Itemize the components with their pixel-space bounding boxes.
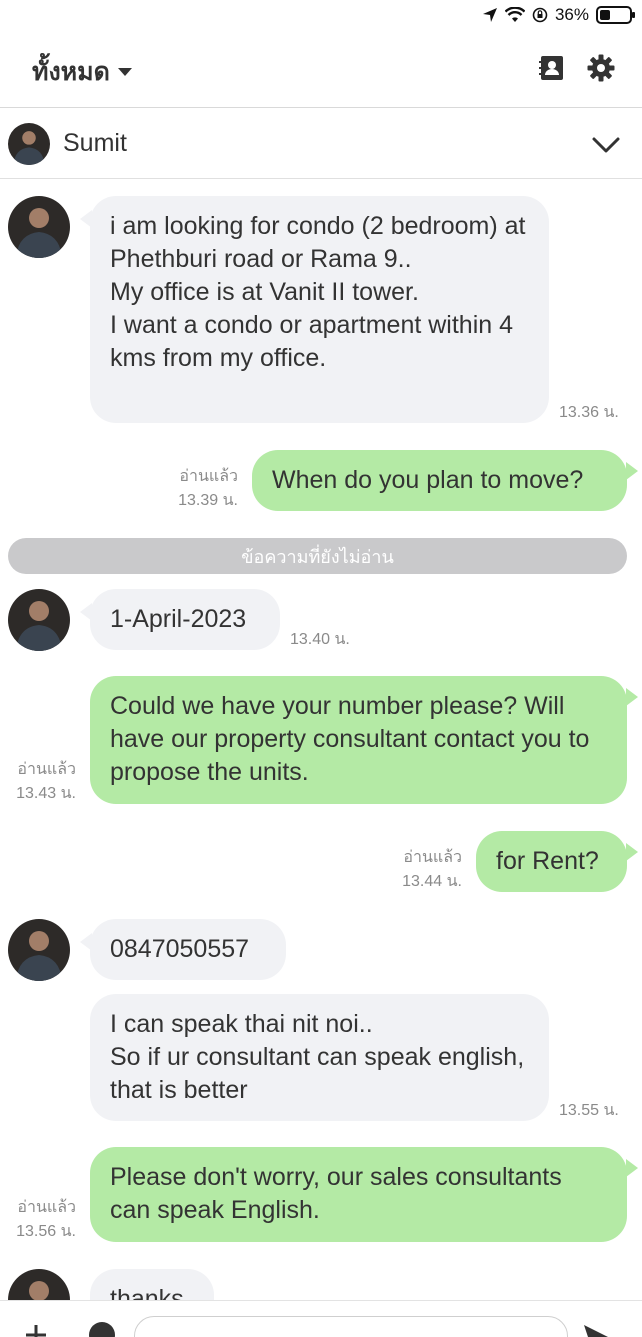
read-receipt: อ่านแล้ว 13.39 น. (178, 468, 238, 509)
battery-icon (596, 6, 635, 24)
message-bubble-incoming[interactable]: 0847050557 (90, 919, 286, 980)
location-arrow-icon (482, 8, 497, 22)
message-bubble-outgoing[interactable]: When do you plan to move? (252, 450, 627, 511)
wifi-icon (504, 7, 525, 22)
settings-gear-icon[interactable] (585, 52, 617, 84)
contact-bar[interactable]: Sumit (0, 109, 642, 179)
chevron-down-icon[interactable] (590, 129, 622, 161)
contact-name: Sumit (63, 129, 127, 157)
message-bubble-outgoing[interactable]: Could we have your number please? Will h… (90, 676, 627, 804)
message-bubble-outgoing[interactable]: Please don't worry, our sales consultant… (90, 1147, 627, 1242)
caret-down-icon (117, 68, 132, 76)
chat-screen: 36% ทั้งหมด Sumit i am looking for condo… (0, 0, 642, 1337)
read-receipt: อ่านแล้ว 13.56 น. (16, 1199, 76, 1240)
contacts-icon[interactable] (536, 52, 568, 84)
message-input[interactable] (134, 1316, 568, 1337)
message-time: 13.55 น. (559, 1102, 619, 1119)
filter-dropdown[interactable]: ทั้งหมด (32, 52, 132, 92)
bubble-tail (626, 462, 638, 480)
unread-messages-divider: ข้อความที่ยังไม่อ่าน (8, 538, 627, 574)
message-bubble-incoming[interactable]: 1-April-2023 (90, 589, 280, 650)
message-time: 13.36 น. (559, 404, 619, 421)
camera-icon[interactable] (86, 1319, 118, 1337)
battery-percent: 36% (554, 5, 589, 24)
bubble-tail (626, 1159, 638, 1177)
message-bubble-incoming[interactable]: i am looking for condo (2 bedroom) at Ph… (90, 196, 549, 423)
bubble-tail (626, 688, 638, 706)
message-time: 13.40 น. (290, 631, 350, 648)
bubble-tail (626, 843, 638, 861)
message-bubble-outgoing[interactable]: for Rent? (476, 831, 627, 892)
sender-avatar[interactable] (8, 196, 70, 258)
read-receipt: อ่านแล้ว 13.43 น. (16, 761, 76, 802)
contact-avatar[interactable] (8, 123, 50, 165)
plus-icon[interactable] (22, 1321, 50, 1337)
message-bubble-incoming[interactable]: I can speak thai nit noi.. So if ur cons… (90, 994, 549, 1121)
filter-label: ทั้งหมด (32, 58, 110, 86)
chat-header: ทั้งหมด (0, 30, 642, 108)
status-bar: 36% (0, 0, 642, 30)
message-input-bar (0, 1300, 642, 1337)
sender-avatar[interactable] (8, 919, 70, 981)
send-icon[interactable] (582, 1323, 610, 1337)
orientation-lock-icon (532, 7, 548, 23)
sender-avatar[interactable] (8, 589, 70, 651)
read-receipt: อ่านแล้ว 13.44 น. (402, 849, 462, 890)
